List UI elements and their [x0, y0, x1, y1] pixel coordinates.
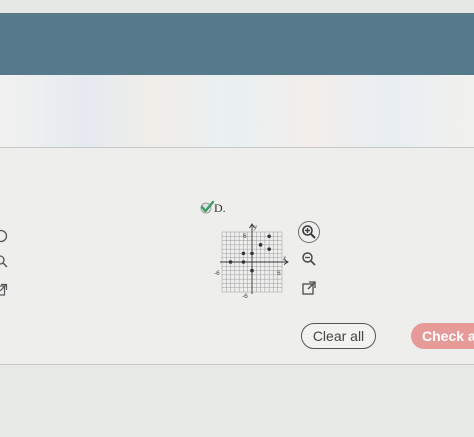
zoom-in-icon	[302, 225, 316, 239]
tick-label-bottom: -6	[242, 293, 248, 300]
footer	[0, 365, 474, 437]
circle-tool-icon[interactable]	[0, 229, 8, 243]
clear-all-button[interactable]: Clear all	[301, 323, 376, 349]
graph-point	[267, 234, 271, 239]
top-strip	[0, 0, 474, 13]
header-background	[0, 75, 474, 147]
y-axis-label: y	[253, 223, 258, 231]
external-link-icon[interactable]	[0, 283, 8, 297]
check-answer-button[interactable]: Check ar	[411, 323, 474, 349]
tick-label-top: 6	[243, 233, 247, 240]
tick-label-right: 6	[277, 270, 281, 277]
external-link-icon	[302, 281, 316, 295]
zoom-icon[interactable]	[0, 254, 8, 268]
option-label[interactable]: D.	[214, 201, 226, 216]
coordinate-graph[interactable]: x y 6 -6 -6 6	[214, 222, 290, 300]
open-graph-button[interactable]	[298, 277, 320, 299]
zoom-out-icon	[302, 252, 316, 266]
header-bar	[0, 13, 474, 75]
graph-point	[267, 247, 271, 251]
tick-label-left: -6	[214, 270, 220, 277]
zoom-in-button[interactable]	[298, 221, 320, 243]
graph-point	[250, 268, 254, 273]
check-mark-icon	[200, 200, 215, 214]
graph-point	[241, 260, 246, 264]
graph-point	[258, 243, 263, 247]
graph-point	[250, 251, 254, 256]
graph-point	[241, 251, 246, 256]
graph-point	[228, 260, 233, 264]
zoom-out-button[interactable]	[298, 248, 320, 270]
